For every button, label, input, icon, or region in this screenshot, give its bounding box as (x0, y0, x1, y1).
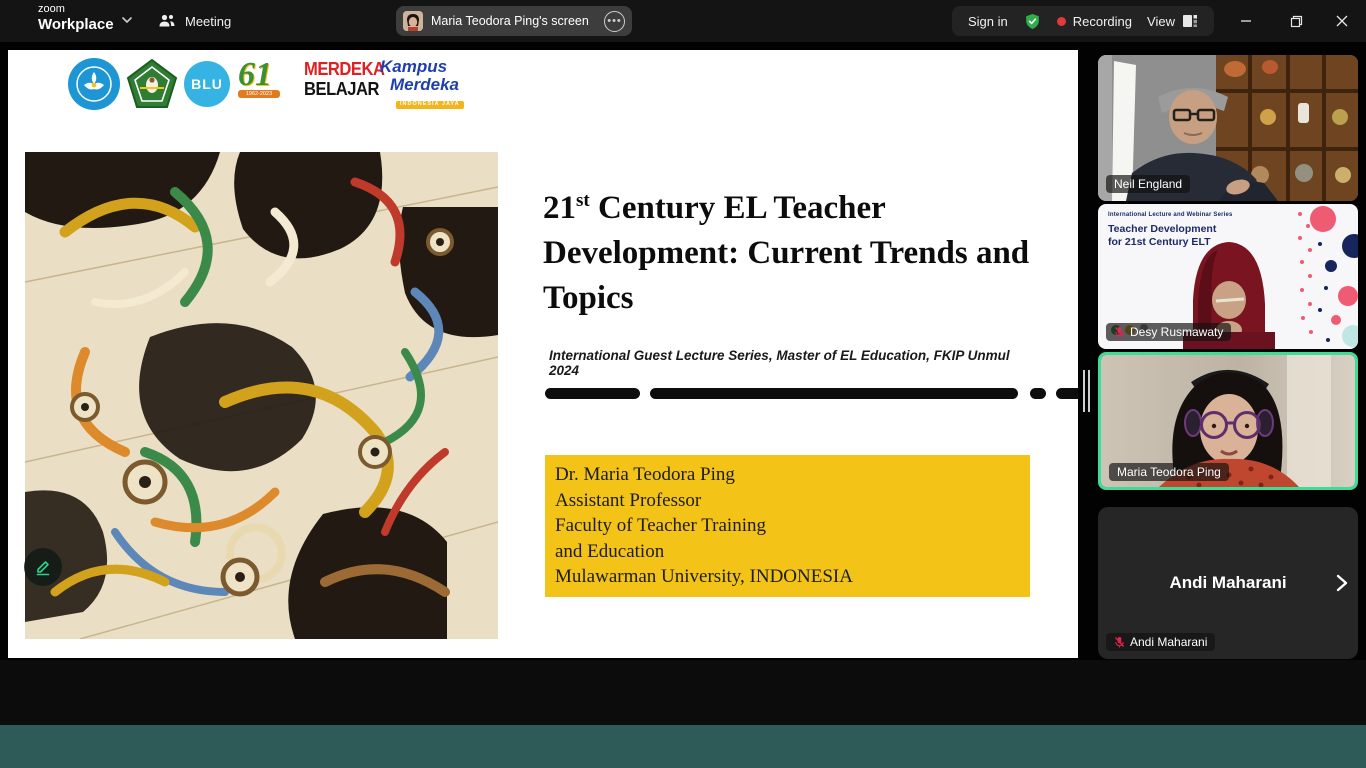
titlebar-status-group: Sign in Recording View (952, 6, 1214, 36)
view-layout-icon (1182, 14, 1198, 28)
merdeka-line1: MERDEKA (304, 60, 385, 78)
speaker-university: Mulawarman University, INDONESIA (555, 564, 1020, 590)
participant-name: Neil England (1114, 177, 1182, 191)
brand-workplace: Workplace (38, 17, 114, 32)
slide-title-number: 21 (543, 190, 576, 226)
slide-title-sup: st (576, 190, 590, 211)
slide-title-rest: Century EL Teacher Development: Current … (543, 190, 1029, 316)
tab-shared-screen[interactable]: Maria Teodora Ping's screen ••• (396, 6, 632, 36)
nametag-maria-teodora-ping: Maria Teodora Ping (1109, 463, 1229, 481)
nametag-neil-england: Neil England (1106, 175, 1190, 193)
merdeka-line2: BELAJAR (304, 80, 385, 98)
divider-dash (650, 388, 1018, 399)
speaker-faculty2: and Education (555, 539, 1020, 565)
merdeka-belajar-logo: MERDEKA BELAJAR (304, 60, 385, 98)
mulawarman-university-logo-icon (126, 58, 178, 110)
kampus-sub: INDONESIA JAYA (396, 101, 464, 110)
shared-screen-label: Maria Teodora Ping's screen (431, 14, 604, 28)
divider-dash (545, 388, 640, 399)
recording-indicator[interactable]: Recording (1057, 14, 1132, 29)
brand-zoom: zoom (38, 4, 114, 15)
speaker-info-box: Dr. Maria Teodora Ping Assistant Profess… (545, 455, 1030, 597)
nametag-andi-maharani: Andi Maharani (1106, 633, 1215, 651)
desy-bg-series: International Lecture and Webinar Series (1108, 212, 1233, 218)
speaker-role: Assistant Professor (555, 488, 1020, 514)
slide-title: 21st Century EL Teacher Development: Cur… (543, 178, 1035, 321)
video-tile-maria-teodora-ping[interactable]: Maria Teodora Ping (1098, 352, 1358, 490)
zoom-workplace-logo: zoom Workplace (38, 4, 114, 32)
nametag-desy-rusmawaty: Desy Rusmawaty (1106, 323, 1231, 341)
video-tile-neil-england[interactable]: Neil England (1098, 55, 1358, 201)
close-button[interactable] (1328, 8, 1356, 34)
meeting-tab-label: Meeting (185, 14, 231, 29)
zoom-meeting-window: zoom Workplace Meeting Maria Teodora Pin… (0, 0, 1366, 768)
tab-options-ellipsis-icon[interactable]: ••• (604, 11, 625, 32)
desy-bg-title1: Teacher Development (1108, 223, 1216, 235)
windows-taskbar: 29° T (0, 725, 1366, 768)
recording-dot-icon (1057, 17, 1066, 26)
divider-dash (1056, 388, 1078, 399)
panel-resize-handle[interactable] (1083, 370, 1091, 412)
shared-slide: BLU 61 1962-2023 MERDEKA BELAJAR Kampus … (8, 50, 1078, 658)
minimize-button[interactable] (1232, 8, 1260, 34)
recording-label: Recording (1073, 14, 1132, 29)
window-titlebar: zoom Workplace Meeting Maria Teodora Pin… (0, 0, 1366, 42)
speaker-name: Dr. Maria Teodora Ping (555, 462, 1020, 488)
meeting-toolbar: Audio Video Participants 37 (0, 660, 1366, 725)
annotate-pencil-button[interactable] (24, 548, 62, 586)
shared-screen-avatar (403, 11, 423, 31)
participant-name: Andi Maharani (1130, 635, 1207, 649)
muted-mic-icon (1114, 636, 1125, 648)
divider-dash (1030, 388, 1046, 399)
blu-logo-icon: BLU (184, 61, 230, 107)
meeting-people-icon (158, 12, 176, 30)
sign-in-button[interactable]: Sign in (968, 14, 1008, 29)
view-label: View (1147, 14, 1175, 29)
ministry-education-logo-icon (68, 58, 120, 110)
video-tile-desy-rusmawaty[interactable]: International Lecture and Webinar Series… (1098, 204, 1358, 349)
next-participants-chevron-icon[interactable] (1334, 573, 1350, 593)
view-button[interactable]: View (1147, 14, 1198, 29)
workspace-chevron-down-icon[interactable] (120, 13, 134, 27)
participant-name: Maria Teodora Ping (1117, 465, 1221, 479)
anniversary-61-logo-icon: 61 1962-2023 (238, 56, 298, 110)
slide-subtitle: International Guest Lecture Series, Mast… (549, 348, 1029, 378)
speaker-faculty1: Faculty of Teacher Training (555, 513, 1020, 539)
dayak-carving-image (25, 152, 498, 639)
tab-meeting[interactable]: Meeting (158, 0, 231, 42)
kampus-line1: Kampus (380, 58, 464, 75)
blu-logo-text: BLU (191, 76, 223, 92)
kampus-line2: Merdeka (390, 76, 464, 93)
restore-button[interactable] (1282, 8, 1310, 34)
anniversary-number: 61 (238, 56, 298, 94)
desy-bg-title2: for 21st Century ELT (1108, 236, 1211, 248)
participant-name: Desy Rusmawaty (1130, 325, 1223, 339)
muted-mic-icon (1114, 326, 1125, 338)
video-tile-andi-maharani[interactable]: Andi Maharani Andi Maharani (1098, 507, 1358, 659)
pencil-icon (33, 557, 53, 577)
encryption-shield-icon[interactable] (1023, 12, 1042, 31)
kampus-merdeka-logo: Kampus Merdeka INDONESIA JAYA (380, 58, 464, 109)
